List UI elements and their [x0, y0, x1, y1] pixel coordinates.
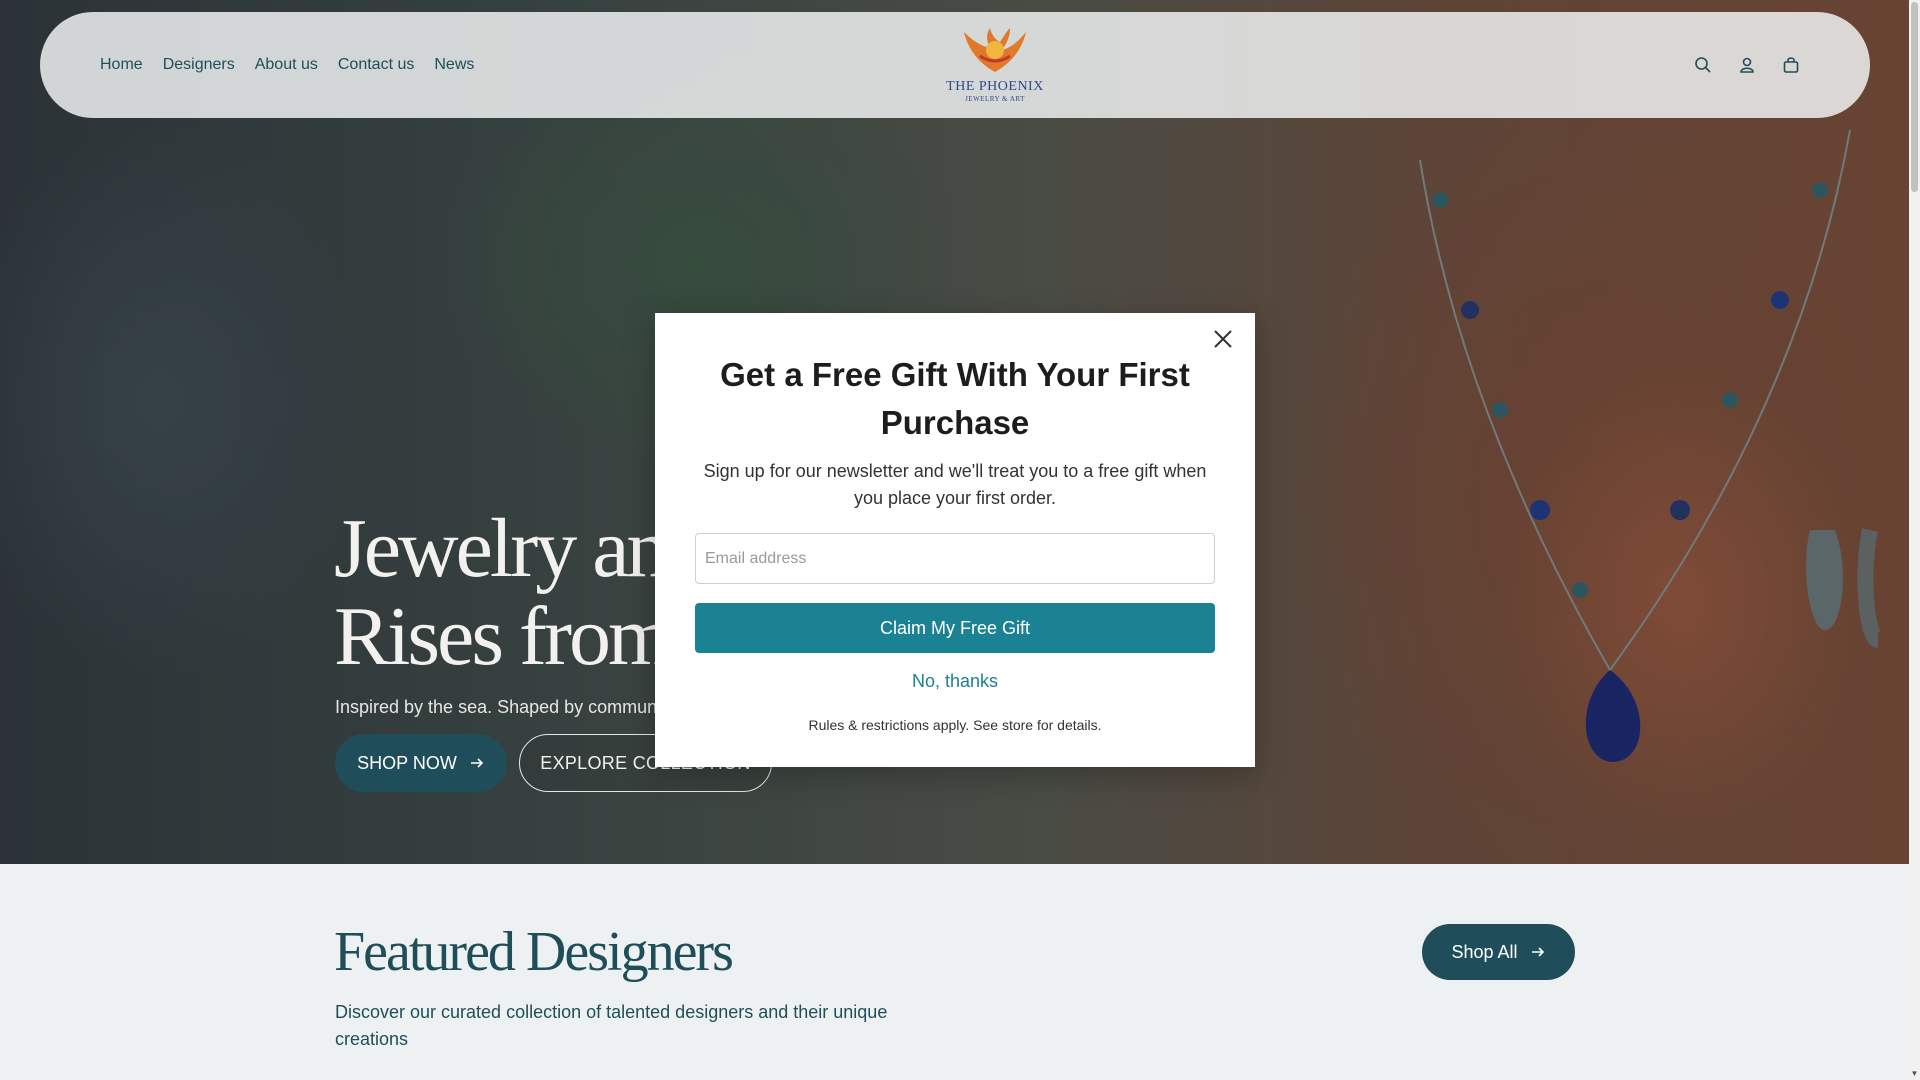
- logo-title: THE PHOENIX: [946, 79, 1044, 94]
- phoenix-logo-icon: [964, 28, 1026, 72]
- main-nav: Home Designers About us Contact us News: [100, 12, 474, 118]
- scroll-down-arrow-icon[interactable]: ▼: [1910, 1069, 1919, 1078]
- cart-icon[interactable]: [1782, 56, 1800, 74]
- arrow-right-icon: [470, 758, 483, 768]
- shop-all-button[interactable]: Shop All: [1422, 924, 1575, 980]
- arrow-right-icon: [1531, 947, 1544, 957]
- no-thanks-link[interactable]: No, thanks: [695, 671, 1215, 692]
- newsletter-popup: Get a Free Gift With Your First Purchase…: [655, 313, 1255, 767]
- email-field[interactable]: [695, 533, 1215, 584]
- shop-now-button[interactable]: SHOP NOW: [335, 734, 507, 792]
- scrollbar-thumb[interactable]: [1911, 2, 1918, 192]
- shop-all-label: Shop All: [1451, 941, 1518, 962]
- search-icon[interactable]: [1694, 56, 1712, 74]
- site-header: Home Designers About us Contact us News …: [40, 12, 1870, 118]
- popup-title: Get a Free Gift With Your First Purchase: [720, 356, 1190, 441]
- featured-designers-description: Discover our curated collection of talen…: [335, 1002, 888, 1049]
- nav-item-designers[interactable]: Designers: [163, 56, 235, 74]
- popup-description: Sign up for our newsletter and we'll tre…: [703, 461, 1207, 508]
- nav-item-contact-us[interactable]: Contact us: [338, 56, 414, 74]
- shop-now-label: SHOP NOW: [357, 752, 457, 773]
- site-logo[interactable]: THE PHOENIX JEWELRY & ART: [910, 26, 1080, 106]
- popup-fine-print: Rules & restrictions apply. See store fo…: [808, 717, 1102, 733]
- hero-title-line2-text: Rises from: [334, 590, 689, 683]
- hero-subtitle: Inspired by the sea. Shaped by commun: [335, 697, 658, 717]
- close-icon[interactable]: [1209, 325, 1237, 353]
- nav-item-home[interactable]: Home: [100, 56, 143, 74]
- page-scrollbar[interactable]: ▼: [1909, 0, 1920, 1080]
- featured-designers-title: Featured Designers: [334, 921, 734, 983]
- nav-item-about-us[interactable]: About us: [255, 56, 318, 74]
- header-actions: [1694, 12, 1800, 118]
- claim-gift-button[interactable]: Claim My Free Gift: [695, 603, 1215, 653]
- logo-subtitle: JEWELRY & ART: [965, 95, 1025, 103]
- account-icon[interactable]: [1738, 56, 1756, 74]
- nav-item-news[interactable]: News: [434, 56, 474, 74]
